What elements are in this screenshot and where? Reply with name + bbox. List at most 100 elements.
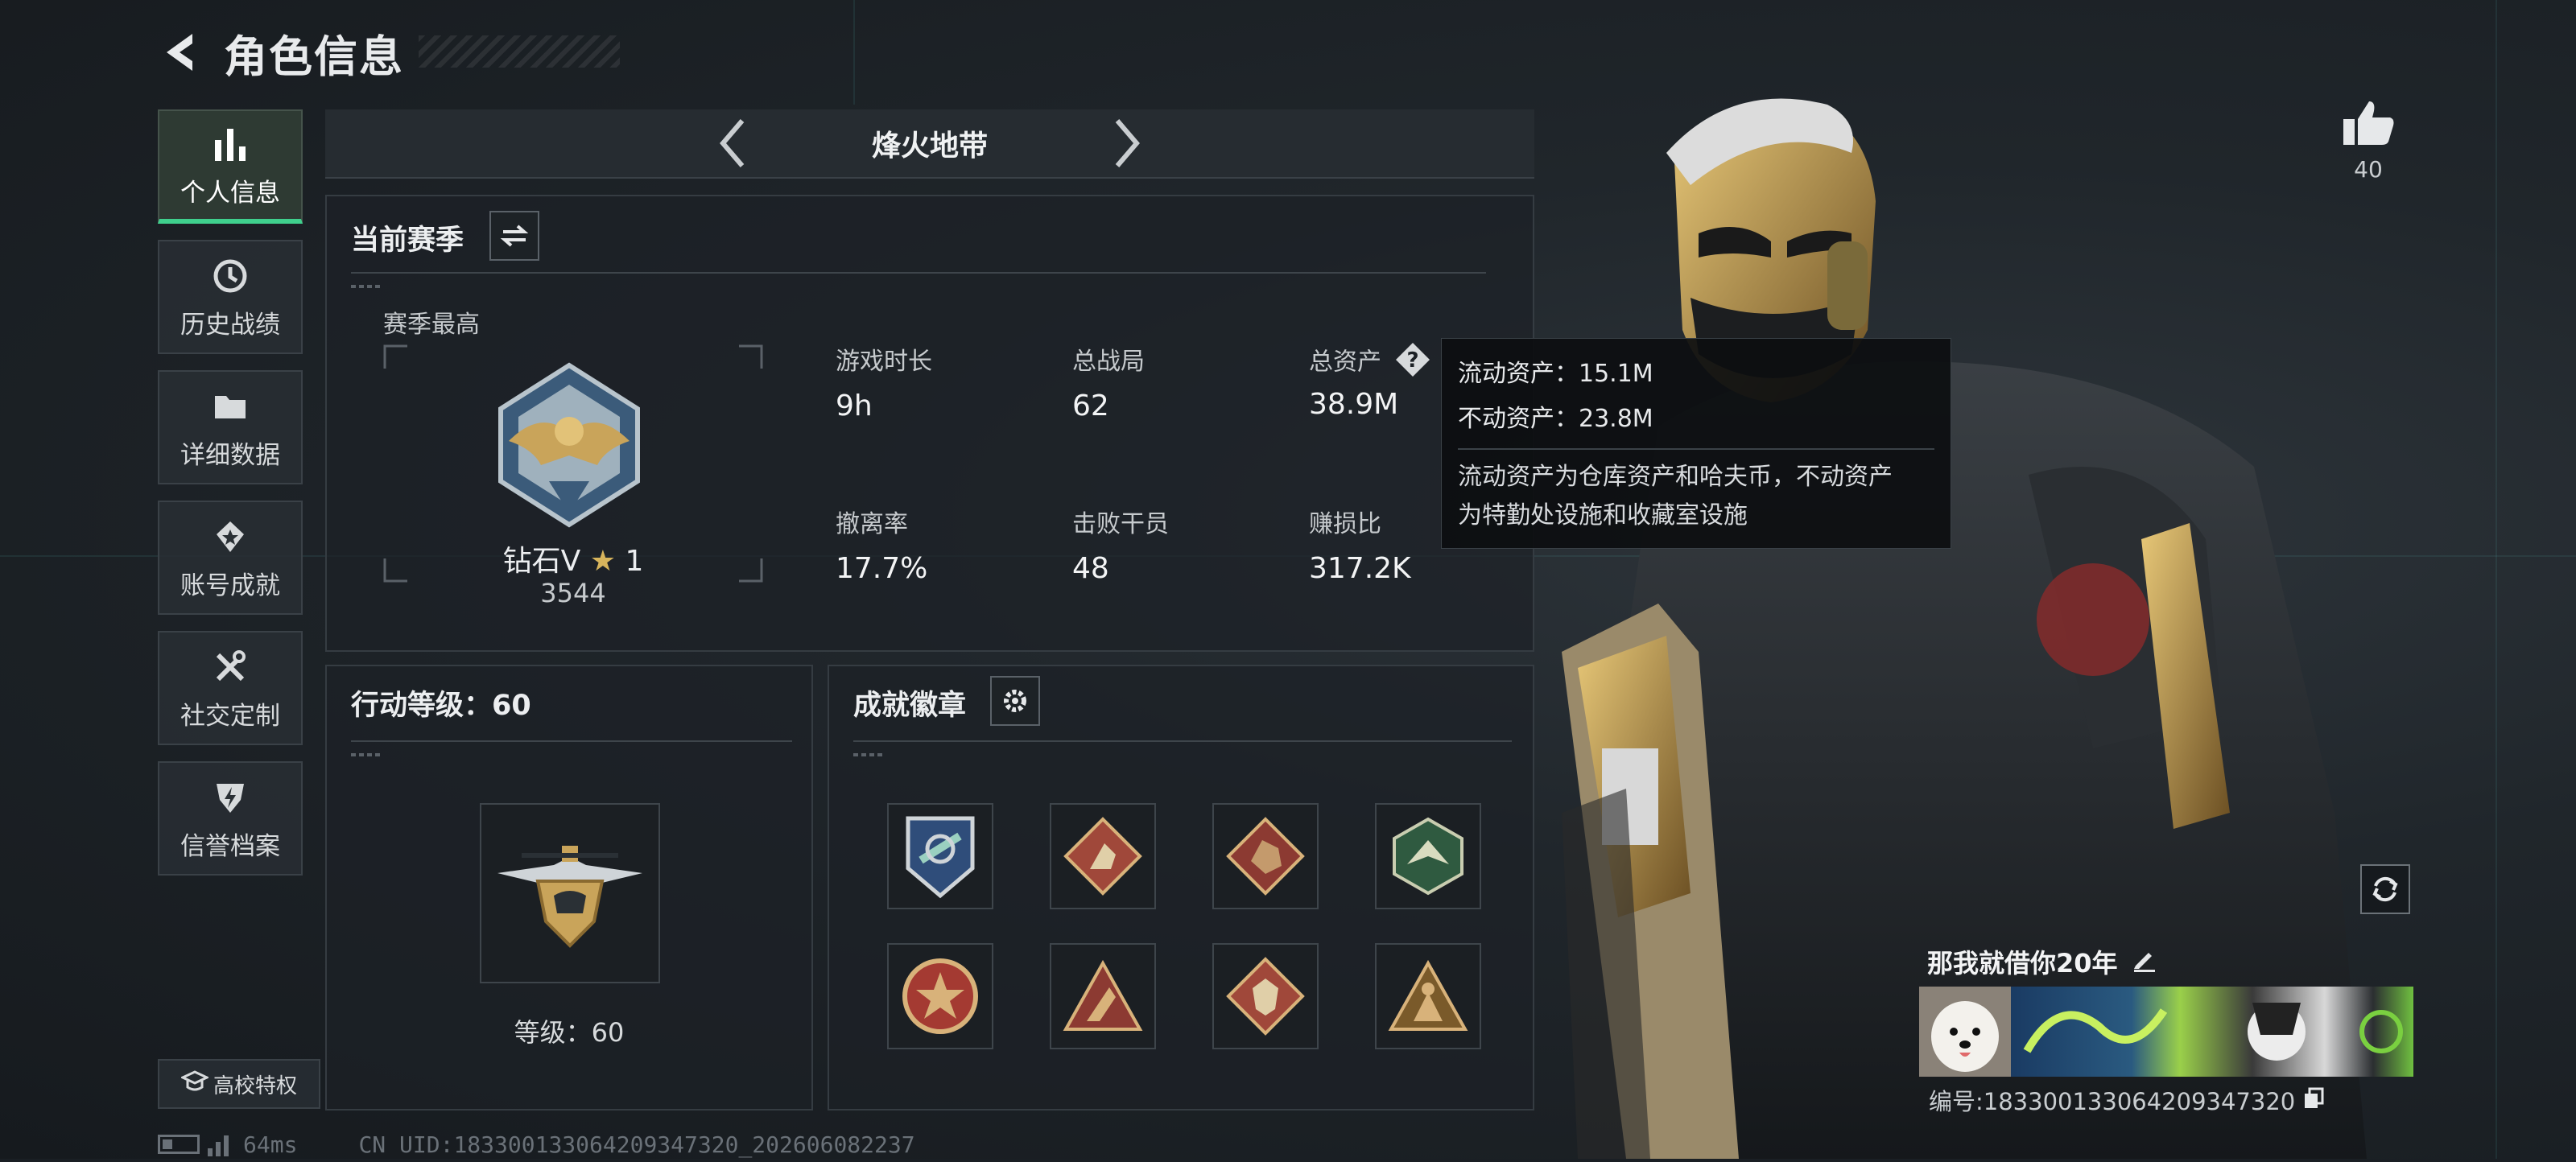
player-nickname-row: 那我就借你20年 — [1927, 943, 2158, 980]
achievement-badge[interactable] — [887, 943, 993, 1049]
stat-value: 17.7% — [836, 552, 928, 585]
stat-label-text: 总资产 — [1309, 348, 1381, 377]
medal-star-icon — [208, 515, 252, 558]
like-count: 40 — [2354, 156, 2383, 183]
name-card-banner[interactable] — [2011, 987, 2413, 1077]
thumbs-up-icon — [2331, 98, 2405, 151]
assets-tooltip: 流动资产：15.1M 不动资产：23.8M 流动资产为仓库资产和哈夫币，不动资产… — [1441, 338, 1951, 549]
shield-lightning-icon — [208, 776, 252, 819]
mode-selector: 烽火地带 — [325, 109, 1534, 179]
sidebar-item-details[interactable]: 详细数据 — [158, 370, 303, 484]
tooltip-desc-line2: 为特勤处设施和收藏室设施 — [1458, 501, 1748, 529]
rank-score: 3544 — [540, 578, 606, 608]
stat-label: 总战局 — [1072, 348, 1145, 376]
stat-label: 总资产 ? — [1309, 341, 1431, 385]
clock-history-icon — [208, 254, 252, 298]
achievement-badge[interactable] — [1375, 943, 1481, 1049]
chevron-left-icon[interactable] — [704, 111, 761, 175]
like-button[interactable]: 40 — [2331, 98, 2405, 183]
stat-profit-loss: 赚损比 317.2K — [1309, 504, 1411, 585]
divider — [351, 740, 792, 742]
copy-icon[interactable] — [2301, 1086, 2326, 1115]
page-title: 角色信息 — [224, 31, 404, 82]
sidebar-item-label: 详细数据 — [180, 440, 280, 470]
decoration — [351, 753, 383, 756]
gear-icon[interactable] — [990, 676, 1040, 726]
status-bar: 64ms CN UID:183300133064209347320_202606… — [158, 1130, 915, 1159]
stat-total-matches: 总战局 62 — [1072, 341, 1145, 422]
stat-play-time: 游戏时长 9h — [836, 341, 932, 422]
star-icon: ★ — [589, 545, 616, 578]
divider — [351, 272, 1486, 274]
avatar[interactable] — [1919, 987, 2011, 1077]
sidebar: 个人信息 历史战绩 详细数据 账号成就 社交定制 信誉档案 — [158, 109, 306, 892]
sidebar-item-personal-info[interactable]: 个人信息 — [158, 109, 303, 224]
player-id: 编号:183300133064209347320 — [1929, 1088, 2296, 1115]
player-nickname: 那我就借你20年 — [1927, 948, 2118, 979]
campus-privilege-button[interactable]: 高校特权 — [158, 1059, 320, 1109]
mode-name: 烽火地带 — [871, 130, 988, 163]
achievements-panel: 成就徽章 — [828, 665, 1534, 1110]
stat-label: 击败干员 — [1072, 510, 1169, 538]
edit-pencil-icon[interactable] — [2131, 945, 2158, 979]
stat-value: 9h — [836, 389, 873, 422]
sidebar-item-achievements[interactable]: 账号成就 — [158, 501, 303, 615]
name-card — [1919, 987, 2413, 1077]
divider — [853, 740, 1512, 742]
chevron-right-icon[interactable] — [1099, 111, 1155, 175]
achievement-badge[interactable] — [887, 803, 993, 909]
achievement-badge[interactable] — [1212, 943, 1319, 1049]
svg-text:?: ? — [1406, 348, 1418, 373]
header: 角色信息 — [158, 24, 404, 82]
campus-privilege-label: 高校特权 — [213, 1073, 297, 1098]
wrench-tools-icon — [208, 645, 252, 689]
achievement-badge[interactable] — [1050, 943, 1156, 1049]
achievement-badge[interactable] — [1212, 803, 1319, 909]
ping-text: 64ms — [243, 1131, 298, 1158]
achievement-badge[interactable] — [1050, 803, 1156, 909]
sidebar-item-label: 历史战绩 — [180, 310, 280, 340]
season-best-label: 赛季最高 — [383, 311, 480, 339]
sidebar-item-social[interactable]: 社交定制 — [158, 631, 303, 745]
rank-name-row: 钻石V ★ 1 — [383, 538, 763, 579]
refresh-rotate-icon[interactable] — [2360, 864, 2410, 914]
stat-value: 38.9M — [1309, 388, 1399, 421]
stat-value: 62 — [1072, 389, 1109, 422]
action-level-title: 行动等级：60 — [351, 690, 531, 722]
grid-line — [2496, 0, 2497, 1159]
tooltip-fixed-assets: 不动资产：23.8M — [1458, 405, 1653, 433]
stat-label: 赚损比 — [1309, 510, 1381, 538]
stat-total-assets: 总资产 ? 38.9M — [1309, 341, 1431, 421]
uid-text: CN UID:183300133064209347320_20260608223… — [358, 1131, 915, 1158]
achievement-badge[interactable] — [1375, 803, 1481, 909]
bar-chart-icon — [208, 122, 252, 166]
swap-arrows-icon[interactable] — [489, 211, 539, 261]
signal-icon — [208, 1132, 229, 1156]
sidebar-item-history[interactable]: 历史战绩 — [158, 240, 303, 354]
season-title: 当前赛季 — [351, 225, 464, 257]
help-question-icon[interactable]: ? — [1394, 341, 1431, 385]
back-arrow-icon[interactable] — [158, 28, 206, 76]
graduation-cap-icon — [180, 1069, 210, 1099]
season-panel: 当前赛季 赛季最高 钻石V ★ 1 3544 游戏时长 9h 总战局 62 总资… — [325, 195, 1534, 652]
rank-stars: 1 — [625, 545, 644, 578]
action-level-panel: 行动等级：60 等级：60 — [325, 665, 813, 1110]
folder-icon — [208, 385, 252, 428]
tooltip-desc-line1: 流动资产为仓库资产和哈夫币，不动资产 — [1458, 463, 1893, 491]
stat-operators-defeated: 击败干员 48 — [1072, 504, 1169, 585]
sidebar-item-label: 个人信息 — [180, 178, 280, 208]
level-emblem — [480, 803, 660, 983]
sidebar-item-label: 社交定制 — [180, 701, 280, 731]
decoration — [351, 285, 383, 288]
stat-extract-rate: 撤离率 17.7% — [836, 504, 927, 585]
sidebar-item-label: 信誉档案 — [180, 831, 280, 861]
sidebar-item-label: 账号成就 — [180, 571, 280, 600]
level-text: 等级：60 — [514, 1017, 625, 1048]
stat-label: 撤离率 — [836, 510, 908, 538]
achievements-title: 成就徽章 — [853, 690, 967, 722]
sidebar-item-reputation[interactable]: 信誉档案 — [158, 761, 303, 876]
battery-icon — [158, 1135, 200, 1154]
title-decoration — [419, 35, 620, 68]
tooltip-liquid-assets: 流动资产：15.1M — [1458, 360, 1653, 388]
rank-name: 钻石V — [502, 545, 581, 578]
